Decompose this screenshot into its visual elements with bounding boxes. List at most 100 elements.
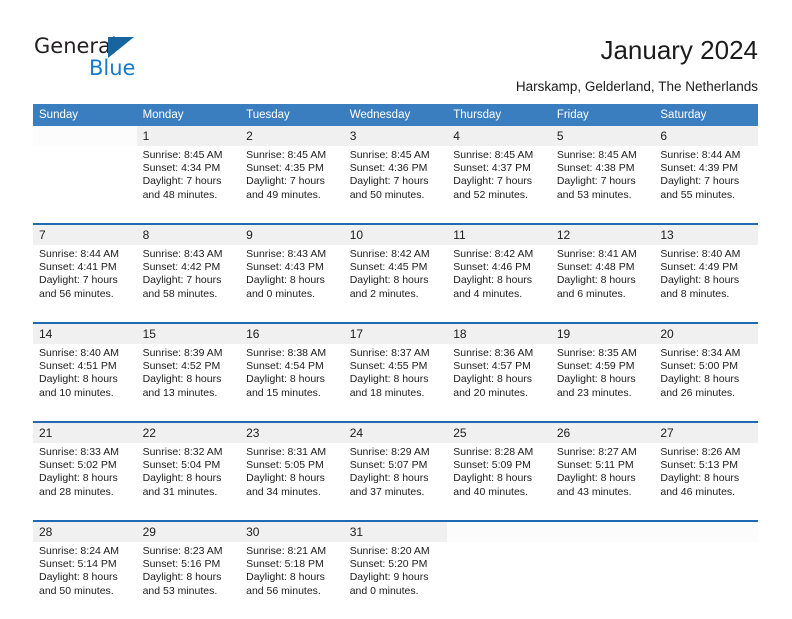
day-number[interactable]: 13	[654, 225, 758, 245]
generalblue-logo: General Blue	[34, 34, 154, 82]
daylight-text-cont: and 26 minutes.	[660, 386, 736, 399]
day-cell[interactable]: Sunrise: 8:21 AM Sunset: 5:18 PM Daylight:…	[240, 542, 344, 619]
day-number[interactable]: 18	[447, 324, 551, 344]
day-cell[interactable]: Sunrise: 8:44 AM Sunset: 4:39 PM Daylight:…	[654, 146, 758, 223]
day-cell[interactable]: Sunrise: 8:31 AM Sunset: 5:05 PM Daylight:…	[240, 443, 344, 520]
day-details-row: Sunrise: 8:33 AM Sunset: 5:02 PM Daylight:…	[33, 443, 758, 520]
day-number[interactable]: 11	[447, 225, 551, 245]
daylight-text: Daylight: 7 hours	[453, 175, 533, 188]
page-subtitle-location: Harskamp, Gelderland, The Netherlands	[515, 79, 758, 94]
day-cell[interactable]: Sunrise: 8:42 AM Sunset: 4:46 PM Daylight:…	[447, 245, 551, 322]
day-cell[interactable]: Sunrise: 8:38 AM Sunset: 4:54 PM Daylight:…	[240, 344, 344, 421]
day-cell[interactable]: Sunrise: 8:24 AM Sunset: 5:14 PM Daylight:…	[33, 542, 137, 619]
day-cell[interactable]: Sunrise: 8:45 AM Sunset: 4:36 PM Daylight:…	[343, 146, 448, 223]
day-cell[interactable]: Sunrise: 8:35 AM Sunset: 4:59 PM Daylight:…	[550, 344, 655, 421]
day-number[interactable]: 10	[343, 225, 448, 245]
day-cell[interactable]: Sunrise: 8:23 AM Sunset: 5:16 PM Daylight:…	[136, 542, 241, 619]
day-cell[interactable]: Sunrise: 8:43 AM Sunset: 4:43 PM Daylight:…	[240, 245, 344, 322]
day-number[interactable]: 23	[240, 423, 344, 443]
day-number[interactable]: 26	[550, 423, 655, 443]
day-cell[interactable]: Sunrise: 8:45 AM Sunset: 4:34 PM Daylight:…	[136, 146, 241, 223]
day-number[interactable]: 16	[240, 324, 344, 344]
daylight-text: Daylight: 8 hours	[453, 274, 533, 287]
sunrise-text: Sunrise: 8:23 AM	[142, 545, 223, 557]
day-cell[interactable]: Sunrise: 8:32 AM Sunset: 5:04 PM Daylight:…	[136, 443, 241, 520]
day-cell[interactable]: Sunrise: 8:28 AM Sunset: 5:09 PM Daylight:…	[447, 443, 551, 520]
day-number[interactable]: 7	[33, 225, 137, 245]
sunrise-text: Sunrise: 8:39 AM	[142, 347, 223, 359]
daylight-text-cont: and 0 minutes.	[246, 287, 316, 300]
day-number-empty	[33, 126, 137, 146]
day-cell[interactable]: Sunrise: 8:44 AM Sunset: 4:41 PM Daylight:…	[33, 245, 137, 322]
day-cell[interactable]: Sunrise: 8:26 AM Sunset: 5:13 PM Daylight:…	[654, 443, 758, 520]
day-number[interactable]: 1	[136, 126, 241, 146]
column-header-sunday: Sunday	[33, 104, 137, 126]
daylight-text: Daylight: 8 hours	[39, 571, 118, 584]
day-number[interactable]: 4	[447, 126, 551, 146]
day-number[interactable]: 27	[654, 423, 758, 443]
day-number-empty	[550, 522, 655, 542]
daylight-text-cont: and 37 minutes.	[349, 485, 425, 498]
column-header-wednesday: Wednesday	[343, 104, 448, 126]
sunset-text: Sunset: 4:49 PM	[660, 261, 739, 274]
day-cell[interactable]: Sunrise: 8:40 AM Sunset: 4:51 PM Daylight:…	[33, 344, 137, 421]
sunrise-text: Sunrise: 8:44 AM	[660, 149, 741, 161]
day-number[interactable]: 12	[550, 225, 655, 245]
day-number[interactable]: 25	[447, 423, 551, 443]
day-number[interactable]: 17	[343, 324, 448, 344]
day-number[interactable]: 20	[654, 324, 758, 344]
sunset-text: Sunset: 4:38 PM	[556, 162, 635, 175]
daylight-text: Daylight: 8 hours	[246, 571, 325, 584]
column-header-saturday: Saturday	[654, 104, 758, 126]
day-cell[interactable]: Sunrise: 8:33 AM Sunset: 5:02 PM Daylight:…	[33, 443, 137, 520]
day-cell[interactable]: Sunrise: 8:41 AM Sunset: 4:48 PM Daylight:…	[550, 245, 655, 322]
day-cell[interactable]: Sunrise: 8:27 AM Sunset: 5:11 PM Daylight:…	[550, 443, 655, 520]
sunrise-text: Sunrise: 8:45 AM	[556, 149, 637, 161]
daylight-text-cont: and 28 minutes.	[39, 485, 114, 498]
day-number[interactable]: 6	[654, 126, 758, 146]
day-number[interactable]: 28	[33, 522, 137, 542]
sunset-text: Sunset: 4:37 PM	[453, 162, 531, 175]
day-cell[interactable]: Sunrise: 8:42 AM Sunset: 4:45 PM Daylight:…	[343, 245, 448, 322]
daylight-text: Daylight: 8 hours	[246, 274, 325, 287]
day-number[interactable]: 30	[240, 522, 344, 542]
day-cell[interactable]: Sunrise: 8:43 AM Sunset: 4:42 PM Daylight:…	[136, 245, 241, 322]
day-cell[interactable]: Sunrise: 8:45 AM Sunset: 4:38 PM Daylight:…	[550, 146, 655, 223]
daylight-text-cont: and 58 minutes.	[142, 287, 218, 300]
day-cell[interactable]: Sunrise: 8:39 AM Sunset: 4:52 PM Daylight:…	[136, 344, 241, 421]
day-number[interactable]: 9	[240, 225, 344, 245]
day-cell[interactable]: Sunrise: 8:45 AM Sunset: 4:35 PM Daylight:…	[240, 146, 344, 223]
day-number[interactable]: 21	[33, 423, 137, 443]
sunrise-text: Sunrise: 8:38 AM	[246, 347, 327, 359]
daylight-text: Daylight: 8 hours	[660, 274, 740, 287]
daylight-text: Daylight: 7 hours	[660, 175, 740, 188]
day-cell[interactable]: Sunrise: 8:34 AM Sunset: 5:00 PM Daylight:…	[654, 344, 758, 421]
day-number[interactable]: 19	[550, 324, 655, 344]
day-number[interactable]: 29	[136, 522, 241, 542]
day-number[interactable]: 2	[240, 126, 344, 146]
day-number[interactable]: 3	[343, 126, 448, 146]
day-number[interactable]: 24	[343, 423, 448, 443]
daylight-text-cont: and 20 minutes.	[453, 386, 528, 399]
day-cell[interactable]: Sunrise: 8:20 AM Sunset: 5:20 PM Daylight:…	[343, 542, 448, 619]
day-details-row: Sunrise: 8:40 AM Sunset: 4:51 PM Daylight:…	[33, 344, 758, 421]
sunrise-text: Sunrise: 8:45 AM	[453, 149, 534, 161]
day-number[interactable]: 15	[136, 324, 241, 344]
day-number[interactable]: 5	[550, 126, 655, 146]
day-number[interactable]: 31	[343, 522, 448, 542]
day-cell[interactable]: Sunrise: 8:36 AM Sunset: 4:57 PM Daylight:…	[447, 344, 551, 421]
day-number[interactable]: 22	[136, 423, 241, 443]
sunset-text: Sunset: 5:13 PM	[660, 459, 739, 472]
day-cell[interactable]: Sunrise: 8:29 AM Sunset: 5:07 PM Daylight:…	[343, 443, 448, 520]
daylight-text-cont: and 10 minutes.	[39, 386, 114, 399]
day-cell[interactable]: Sunrise: 8:40 AM Sunset: 4:49 PM Daylight:…	[654, 245, 758, 322]
day-number[interactable]: 8	[136, 225, 241, 245]
day-number[interactable]: 14	[33, 324, 137, 344]
day-cell[interactable]: Sunrise: 8:37 AM Sunset: 4:55 PM Daylight:…	[343, 344, 448, 421]
daylight-text-cont: and 8 minutes.	[660, 287, 730, 300]
sunrise-text: Sunrise: 8:26 AM	[660, 446, 741, 458]
day-cell[interactable]: Sunrise: 8:45 AM Sunset: 4:37 PM Daylight:…	[447, 146, 551, 223]
sunrise-text: Sunrise: 8:45 AM	[142, 149, 223, 161]
sunset-text: Sunset: 5:18 PM	[246, 558, 324, 571]
daylight-text: Daylight: 8 hours	[39, 373, 118, 386]
